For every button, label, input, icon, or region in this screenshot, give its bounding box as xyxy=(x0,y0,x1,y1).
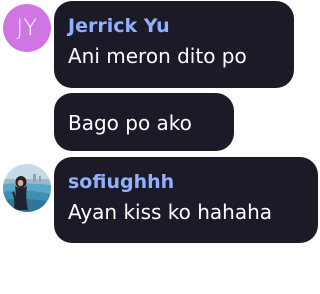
avatar-jerrick-yu[interactable]: JY xyxy=(3,4,51,52)
message-text: Ani meron dito po xyxy=(68,44,247,68)
avatar-initials: JY xyxy=(16,15,38,41)
message-text: Ayan kiss ko hahaha xyxy=(68,200,273,224)
message-bubble: Jerrick Yu Ani meron dito po xyxy=(54,1,294,88)
sender-name[interactable]: Jerrick Yu xyxy=(68,14,280,38)
message-bubble: sofiughhh Ayan kiss ko hahaha xyxy=(54,157,318,243)
avatar-sofiughhh[interactable] xyxy=(3,164,51,212)
message-bubble: Bago po ako xyxy=(54,93,234,151)
profile-photo-image xyxy=(3,164,51,212)
sender-name[interactable]: sofiughhh xyxy=(68,170,304,194)
message-text: Bago po ako xyxy=(68,111,192,135)
